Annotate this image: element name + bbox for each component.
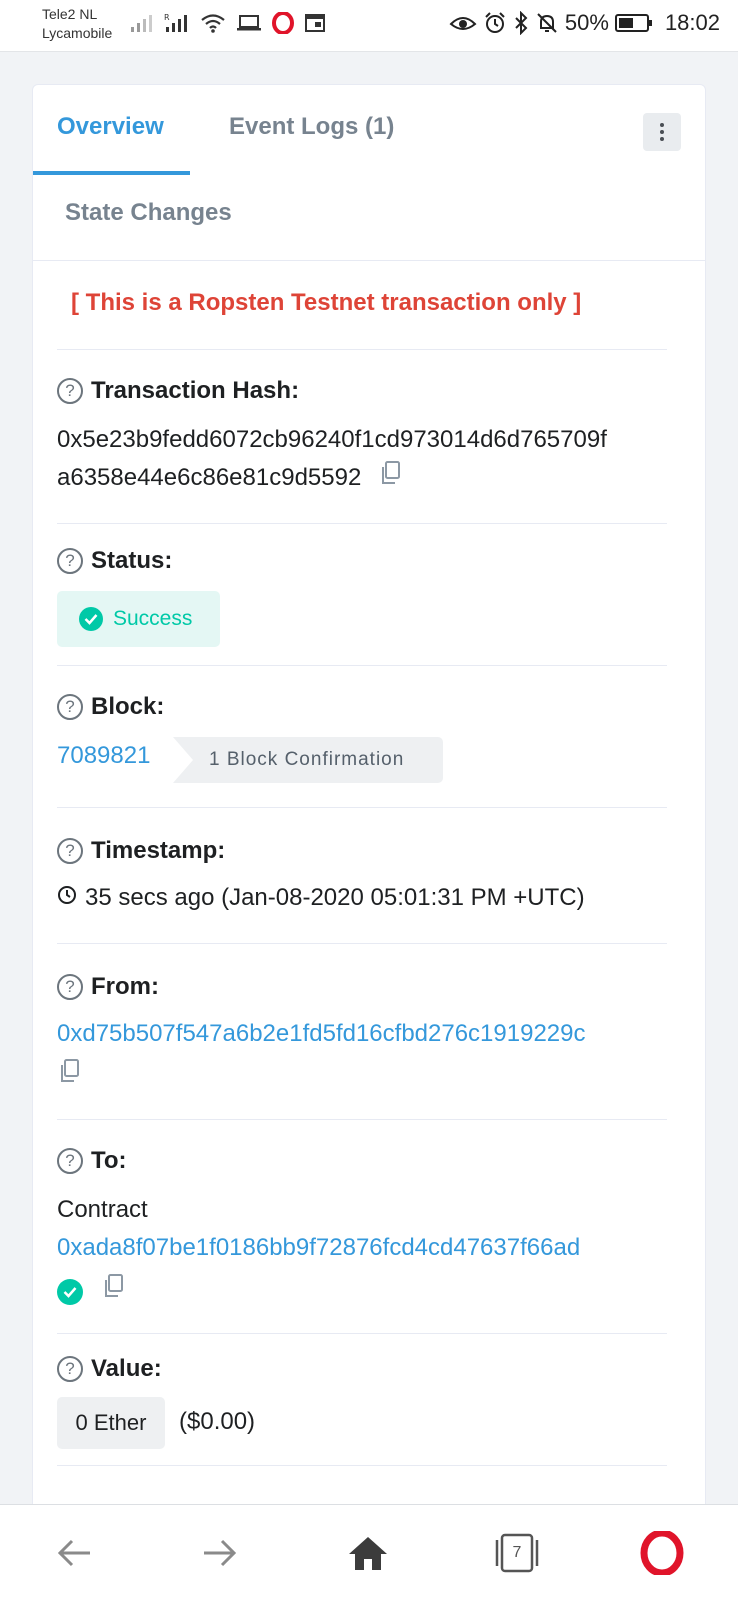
tx-hash-line-2: a6358e44e6c86e81c9d5592 (57, 464, 362, 491)
question-icon[interactable]: ? (57, 548, 83, 574)
more-dot-icon (660, 123, 664, 127)
value-label: Value: (91, 1355, 162, 1382)
question-icon[interactable]: ? (57, 974, 83, 1000)
signal-strong-icon: R (164, 12, 190, 34)
forward-button[interactable] (194, 1527, 246, 1579)
question-icon[interactable]: ? (57, 378, 83, 404)
browser-bottom-nav: 7 (0, 1504, 738, 1600)
svg-text:R: R (164, 13, 170, 22)
status-label: Status: (91, 547, 173, 574)
divider (57, 1333, 667, 1334)
status-bar: Tele2 NL Lycamobile R 50% 18:02 (0, 0, 738, 52)
ether-amount-badge: 0 Ether (57, 1397, 165, 1449)
timestamp-value: 35 secs ago (Jan-08-2020 05:01:31 PM +UT… (85, 884, 585, 911)
copy-icon[interactable] (57, 1058, 81, 1096)
status-label-row: ? Status: (57, 547, 172, 575)
divider (57, 523, 667, 524)
active-tab-indicator (33, 171, 190, 175)
mute-bell-icon (535, 11, 559, 35)
copy-icon[interactable] (378, 460, 402, 498)
divider (57, 665, 667, 666)
tab-state-changes[interactable]: State Changes (65, 199, 232, 227)
question-icon[interactable]: ? (57, 694, 83, 720)
bluetooth-icon (513, 11, 529, 35)
to-label: To: (91, 1147, 127, 1174)
from-value: 0xd75b507f547a6b2e1fd5fd16cfbd276c191922… (57, 1015, 586, 1096)
to-value: Contract 0xada8f07be1f0186bb9f72876fcd4c… (57, 1191, 580, 1311)
testnet-notice: [ This is a Ropsten Testnet transaction … (71, 289, 582, 316)
question-icon[interactable]: ? (57, 1148, 83, 1174)
check-circle-icon (79, 607, 103, 631)
tx-hash-value: 0x5e23b9fedd6072cb96240f1cd973014d6d7657… (57, 421, 607, 498)
question-icon[interactable]: ? (57, 1356, 83, 1382)
status-badge: Success (57, 591, 220, 647)
to-address-link[interactable]: 0xada8f07be1f0186bb9f72876fcd4cd47637f66… (57, 1229, 580, 1267)
window-icon (304, 13, 326, 33)
tab-bar: Overview Event Logs (1) State Changes (33, 85, 705, 261)
block-label-row: ? Block: (57, 693, 164, 721)
more-dot-icon (660, 137, 664, 141)
value-usd: ($0.00) (179, 1408, 256, 1435)
to-prefix: Contract (57, 1196, 148, 1223)
carrier-names: Tele2 NL Lycamobile (42, 5, 112, 43)
wifi-icon (200, 12, 226, 34)
from-label-row: ? From: (57, 973, 159, 1001)
divider (57, 943, 667, 944)
from-address-link[interactable]: 0xd75b507f547a6b2e1fd5fd16cfbd276c191922… (57, 1015, 586, 1053)
verified-contract-icon (57, 1279, 83, 1305)
tab-count: 7 (512, 1544, 522, 1561)
tx-hash-label-row: ? Transaction Hash: (57, 377, 299, 405)
divider (57, 349, 667, 350)
clock-icon (57, 879, 77, 917)
value-label-row: ? Value: (57, 1355, 162, 1383)
timestamp-value-row: 35 secs ago (Jan-08-2020 05:01:31 PM +UT… (57, 879, 585, 917)
tab-event-logs[interactable]: Event Logs (1) (229, 113, 394, 141)
carrier-1: Tele2 NL (42, 6, 98, 22)
status-icons-left: R (130, 12, 326, 34)
tab-overview[interactable]: Overview (57, 113, 164, 141)
battery-percent: 50% (564, 10, 609, 35)
laptop-icon (236, 13, 262, 33)
divider (57, 1465, 667, 1466)
divider (57, 1119, 667, 1120)
tx-hash-line-1: 0x5e23b9fedd6072cb96240f1cd973014d6d7657… (57, 426, 607, 453)
more-dot-icon (660, 130, 664, 134)
question-icon[interactable]: ? (57, 838, 83, 864)
clock-time: 18:02 (664, 10, 720, 35)
more-options-button[interactable] (643, 113, 681, 151)
tabs-button[interactable]: 7 (490, 1527, 544, 1579)
block-label: Block: (91, 693, 165, 720)
signal-weak-icon (130, 12, 154, 34)
opera-small-icon (272, 12, 294, 34)
opera-menu-button[interactable] (636, 1527, 688, 1579)
tx-hash-label: Transaction Hash: (91, 377, 300, 404)
eye-icon (449, 12, 477, 34)
timestamp-label: Timestamp: (91, 837, 226, 864)
home-button[interactable] (342, 1527, 394, 1579)
status-icons-right: 50% 18:02 (449, 10, 720, 36)
block-confirmation-badge: 1 Block Confirmation (173, 737, 443, 783)
transaction-card: Overview Event Logs (1) State Changes [ … (32, 84, 706, 1524)
battery-icon (614, 13, 653, 33)
timestamp-label-row: ? Timestamp: (57, 837, 225, 865)
from-label: From: (91, 973, 159, 1000)
status-value: Success (113, 607, 193, 630)
block-number-link[interactable]: 7089821 (57, 737, 150, 775)
copy-icon[interactable] (101, 1273, 125, 1311)
back-button[interactable] (48, 1527, 100, 1579)
divider (57, 807, 667, 808)
alarm-icon (483, 11, 507, 35)
carrier-2: Lycamobile (42, 25, 113, 41)
to-label-row: ? To: (57, 1147, 127, 1175)
